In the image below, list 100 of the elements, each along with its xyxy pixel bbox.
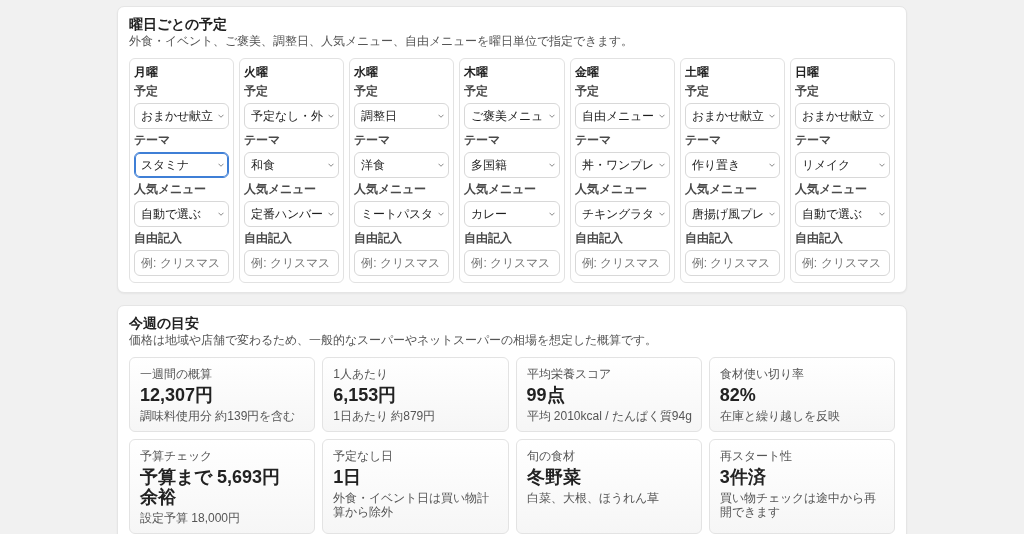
dropdown[interactable]: おまかせ献立 xyxy=(794,103,890,129)
field-label: 予定 xyxy=(574,85,600,98)
day-label: 火曜 xyxy=(244,65,270,80)
field-label: 人気メニュー xyxy=(464,183,538,196)
stat-note: 1日あたり 約879円 xyxy=(333,409,437,423)
dropdown[interactable]: 自動で選ぶ xyxy=(794,201,890,227)
day-label: 金曜 xyxy=(574,65,600,80)
stat-label: 1人あたり xyxy=(333,367,389,381)
stat-value: 12,307円 xyxy=(140,385,215,405)
dropdown[interactable]: 丼・ワンプレ xyxy=(574,152,670,178)
dropdown[interactable]: ご褒美メニュ xyxy=(464,103,560,129)
field-label: テーマ xyxy=(794,134,832,147)
field-label: 自由記入 xyxy=(464,232,514,245)
stat-note: 平均 2010kcal / たんぱく質94g xyxy=(526,409,693,423)
dropdown[interactable]: おまかせ献立 xyxy=(684,103,780,129)
chevron-down-icon xyxy=(879,114,885,118)
chevron-down-icon xyxy=(438,163,445,167)
section-description: 価格は地域や店舗で変わるため、一般的なスーパーやネットスーパーの相場を想定した概算です。 xyxy=(129,333,658,348)
field-label: 予定 xyxy=(464,85,490,98)
chevron-down-icon xyxy=(438,212,445,216)
stat-note: 在庫と繰り越しを反映 xyxy=(719,409,841,423)
text-input[interactable]: 例: クリスマス xyxy=(574,250,670,276)
text-input[interactable]: 例: クリスマス xyxy=(354,250,450,276)
dropdown[interactable]: 自由メニュー xyxy=(574,103,670,129)
chevron-down-icon xyxy=(548,212,555,216)
chevron-down-icon xyxy=(879,212,885,216)
day-label: 月曜 xyxy=(134,65,159,80)
field-label: テーマ xyxy=(244,134,282,147)
text-input[interactable]: 例: クリスマス xyxy=(794,250,890,276)
dropdown[interactable]: 定番ハンバー xyxy=(244,201,340,227)
field-label: 人気メニュー xyxy=(794,183,868,196)
stat-value: 予算まで 5,693円余裕 xyxy=(140,467,282,507)
field-label: 自由記入 xyxy=(574,232,624,245)
chevron-down-icon xyxy=(768,212,775,216)
stat-value: 1日 xyxy=(333,467,363,487)
chevron-down-icon xyxy=(218,163,225,167)
section-title: 曜日ごとの予定 xyxy=(129,16,228,33)
chevron-down-icon xyxy=(548,114,555,118)
chevron-down-icon xyxy=(328,114,335,118)
section-title: 今週の目安 xyxy=(129,315,200,332)
field-label: テーマ xyxy=(574,134,612,147)
text-input[interactable]: 例: クリスマス xyxy=(134,250,230,276)
chevron-down-icon xyxy=(218,114,225,118)
stat-note: 調味料使用分 約139円を含む xyxy=(140,409,297,423)
field-label: 予定 xyxy=(134,85,159,98)
field-label: テーマ xyxy=(134,134,171,147)
stat-value: 3件済 xyxy=(719,467,767,487)
chevron-down-icon xyxy=(768,163,775,167)
day-label: 日曜 xyxy=(794,65,820,80)
chevron-down-icon xyxy=(658,163,665,167)
dropdown[interactable]: 予定なし・外 xyxy=(244,103,340,129)
field-label: テーマ xyxy=(464,134,502,147)
dropdown[interactable]: ミートパスタ xyxy=(354,201,450,227)
chevron-down-icon xyxy=(328,163,335,167)
dropdown[interactable]: スタミナ xyxy=(134,152,230,178)
day-label: 水曜 xyxy=(354,65,380,80)
chevron-down-icon xyxy=(879,163,885,167)
section-description: 外食・イベント、ご褒美、調整日、人気メニュー、自由メニューを曜日単位で指定できます。 xyxy=(129,34,634,49)
text-input[interactable]: 例: クリスマス xyxy=(464,250,560,276)
dropdown[interactable]: 和食 xyxy=(244,152,340,178)
stat-value: 6,153円 xyxy=(333,385,398,405)
field-label: 自由記入 xyxy=(354,232,404,245)
field-label: 人気メニュー xyxy=(684,183,758,196)
dropdown[interactable]: カレー xyxy=(464,201,560,227)
dropdown[interactable]: 多国籍 xyxy=(464,152,560,178)
dropdown[interactable]: 作り置き xyxy=(684,152,780,178)
dropdown[interactable]: 自動で選ぶ xyxy=(134,201,230,227)
chevron-down-icon xyxy=(658,114,665,118)
field-label: テーマ xyxy=(684,134,722,147)
chevron-down-icon xyxy=(218,212,225,216)
chevron-down-icon xyxy=(768,114,775,118)
chevron-down-icon xyxy=(658,212,665,216)
dropdown[interactable]: 唐揚げ風プレ xyxy=(684,201,780,227)
stat-label: 平均栄養スコア xyxy=(526,367,612,381)
stat-note: 外食・イベント日は買い物計算から除外 xyxy=(333,491,491,519)
field-label: 予定 xyxy=(354,85,380,98)
stat-note: 設定予算 18,000円 xyxy=(140,511,242,525)
dropdown[interactable]: 調整日 xyxy=(354,103,450,129)
text-input[interactable]: 例: クリスマス xyxy=(244,250,340,276)
stat-label: 予定なし日 xyxy=(333,449,395,463)
field-label: 予定 xyxy=(684,85,710,98)
dropdown[interactable]: チキングラタ xyxy=(574,201,670,227)
stat-value: 冬野菜 xyxy=(526,467,582,487)
stat-label: 旬の食材 xyxy=(526,449,576,463)
chevron-down-icon xyxy=(328,212,335,216)
day-label: 木曜 xyxy=(464,65,490,80)
dropdown[interactable]: リメイク xyxy=(794,152,890,178)
stat-note: 白菜、大根、ほうれん草 xyxy=(526,491,660,505)
day-label: 土曜 xyxy=(684,65,710,80)
field-label: 人気メニュー xyxy=(574,183,648,196)
field-label: 人気メニュー xyxy=(354,183,428,196)
dropdown[interactable]: 洋食 xyxy=(354,152,450,178)
chevron-down-icon xyxy=(438,114,445,118)
text-input[interactable]: 例: クリスマス xyxy=(684,250,780,276)
stat-note: 買い物チェックは途中から再開できます xyxy=(719,491,877,519)
dropdown[interactable]: おまかせ献立 xyxy=(134,103,230,129)
stat-label: 一週間の概算 xyxy=(140,367,213,381)
field-label: 予定 xyxy=(244,85,270,98)
chevron-down-icon xyxy=(548,163,555,167)
field-label: 予定 xyxy=(794,85,820,98)
